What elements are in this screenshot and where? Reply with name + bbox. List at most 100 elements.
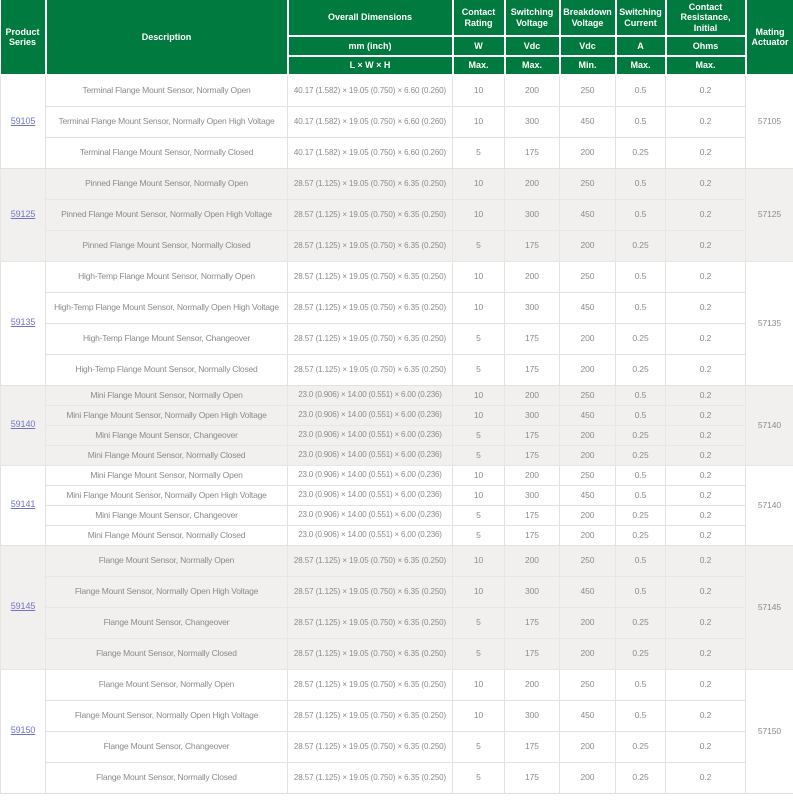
dims-cell: 28.57 (1.125) × 19.05 (0.750) × 6.35 (0.… [288, 230, 453, 261]
description-cell: Flange Mount Sensor, Changeover [46, 607, 288, 638]
switching-current-cell: 0.5 [616, 168, 666, 199]
contact-resistance-cell: 0.2 [666, 731, 746, 762]
product-series-cell: 59105 [1, 75, 46, 168]
contact-rating-cell: 5 [453, 445, 505, 465]
contact-resistance-cell: 0.2 [666, 485, 746, 505]
contact-rating-cell: 5 [453, 731, 505, 762]
contact-resistance-cell: 0.2 [666, 445, 746, 465]
table-row: Mini Flange Mount Sensor, Normally Open … [1, 485, 793, 505]
switching-current-cell: 0.5 [616, 465, 666, 485]
switching-voltage-cell: 175 [505, 505, 560, 525]
contact-rating-cell: 5 [453, 425, 505, 445]
unit-contact-rating: W [453, 36, 505, 56]
contact-rating-cell: 5 [453, 607, 505, 638]
breakdown-voltage-cell: 200 [560, 731, 616, 762]
contact-rating-cell: 10 [453, 405, 505, 425]
product-series-link[interactable]: 59141 [11, 499, 36, 509]
table-row: Pinned Flange Mount Sensor, Normally Ope… [1, 199, 793, 230]
contact-resistance-cell: 0.2 [666, 75, 746, 106]
switching-current-cell: 0.25 [616, 354, 666, 385]
col-header-description: Description [46, 0, 288, 75]
sub-overall-dimensions: L × W × H [288, 56, 453, 75]
switching-current-cell: 0.5 [616, 576, 666, 607]
breakdown-voltage-cell: 450 [560, 576, 616, 607]
product-series-link[interactable]: 59140 [11, 419, 36, 429]
contact-resistance-cell: 0.2 [666, 700, 746, 731]
dims-cell: 23.0 (0.906) × 14.00 (0.551) × 6.00 (0.2… [288, 505, 453, 525]
switching-current-cell: 0.25 [616, 323, 666, 354]
switching-voltage-cell: 175 [505, 607, 560, 638]
col-header-mating-actuator: Mating Actuator [746, 0, 793, 75]
dims-cell: 28.57 (1.125) × 19.05 (0.750) × 6.35 (0.… [288, 354, 453, 385]
table-row: 59150Flange Mount Sensor, Normally Open2… [1, 669, 793, 700]
dims-cell: 28.57 (1.125) × 19.05 (0.750) × 6.35 (0.… [288, 762, 453, 793]
description-cell: Mini Flange Mount Sensor, Normally Close… [46, 445, 288, 465]
product-series-link[interactable]: 59135 [11, 317, 36, 327]
table-row: Mini Flange Mount Sensor, Normally Close… [1, 525, 793, 545]
contact-rating-cell: 10 [453, 106, 505, 137]
switching-voltage-cell: 175 [505, 731, 560, 762]
switching-voltage-cell: 300 [505, 700, 560, 731]
dims-cell: 28.57 (1.125) × 19.05 (0.750) × 6.35 (0.… [288, 292, 453, 323]
contact-rating-cell: 5 [453, 762, 505, 793]
description-cell: Mini Flange Mount Sensor, Changeover [46, 505, 288, 525]
switching-current-cell: 0.5 [616, 385, 666, 405]
table-row: Mini Flange Mount Sensor, Changeover23.0… [1, 425, 793, 445]
contact-resistance-cell: 0.2 [666, 465, 746, 485]
switching-current-cell: 0.25 [616, 445, 666, 465]
contact-resistance-cell: 0.2 [666, 354, 746, 385]
product-series-link[interactable]: 59145 [11, 601, 36, 611]
product-series-cell: 59141 [1, 465, 46, 545]
table-row: 59105Terminal Flange Mount Sensor, Norma… [1, 75, 793, 106]
contact-rating-cell: 10 [453, 261, 505, 292]
breakdown-voltage-cell: 200 [560, 323, 616, 354]
switching-voltage-cell: 300 [505, 106, 560, 137]
switching-current-cell: 0.25 [616, 425, 666, 445]
mating-actuator-cell: 57125 [746, 168, 793, 261]
breakdown-voltage-cell: 250 [560, 168, 616, 199]
product-series-link[interactable]: 59125 [11, 209, 36, 219]
limit-switching-voltage: Max. [505, 56, 560, 75]
description-cell: Flange Mount Sensor, Normally Open High … [46, 576, 288, 607]
switching-voltage-cell: 200 [505, 261, 560, 292]
mating-actuator-cell: 57145 [746, 545, 793, 669]
contact-resistance-cell: 0.2 [666, 525, 746, 545]
contact-rating-cell: 5 [453, 354, 505, 385]
breakdown-voltage-cell: 450 [560, 485, 616, 505]
description-cell: Mini Flange Mount Sensor, Normally Close… [46, 525, 288, 545]
table-row: 59135High-Temp Flange Mount Sensor, Norm… [1, 261, 793, 292]
col-header-breakdown-voltage: Breakdown Voltage [560, 0, 616, 36]
col-header-contact-rating: Contact Rating [453, 0, 505, 36]
switching-current-cell: 0.5 [616, 261, 666, 292]
dims-cell: 40.17 (1.582) × 19.05 (0.750) × 6.60 (0.… [288, 106, 453, 137]
dims-cell: 23.0 (0.906) × 14.00 (0.551) × 6.00 (0.2… [288, 445, 453, 465]
switching-voltage-cell: 200 [505, 465, 560, 485]
contact-rating-cell: 10 [453, 545, 505, 576]
dims-cell: 28.57 (1.125) × 19.05 (0.750) × 6.35 (0.… [288, 323, 453, 354]
switching-current-cell: 0.5 [616, 485, 666, 505]
breakdown-voltage-cell: 200 [560, 354, 616, 385]
switching-voltage-cell: 175 [505, 525, 560, 545]
description-cell: Flange Mount Sensor, Changeover [46, 731, 288, 762]
dims-cell: 23.0 (0.906) × 14.00 (0.551) × 6.00 (0.2… [288, 385, 453, 405]
contact-resistance-cell: 0.2 [666, 385, 746, 405]
mating-actuator-cell: 57150 [746, 669, 793, 793]
product-series-link[interactable]: 59105 [11, 116, 36, 126]
col-header-product-series: Product Series [1, 0, 46, 75]
description-cell: Mini Flange Mount Sensor, Normally Open … [46, 405, 288, 425]
contact-rating-cell: 5 [453, 525, 505, 545]
switching-current-cell: 0.5 [616, 106, 666, 137]
description-cell: Terminal Flange Mount Sensor, Normally O… [46, 106, 288, 137]
contact-resistance-cell: 0.2 [666, 762, 746, 793]
contact-rating-cell: 10 [453, 669, 505, 700]
contact-rating-cell: 10 [453, 485, 505, 505]
switching-current-cell: 0.5 [616, 292, 666, 323]
description-cell: Pinned Flange Mount Sensor, Normally Ope… [46, 168, 288, 199]
switching-voltage-cell: 200 [505, 545, 560, 576]
breakdown-voltage-cell: 200 [560, 425, 616, 445]
product-series-link[interactable]: 59150 [11, 725, 36, 735]
breakdown-voltage-cell: 200 [560, 762, 616, 793]
switching-voltage-cell: 300 [505, 292, 560, 323]
contact-rating-cell: 10 [453, 75, 505, 106]
mating-actuator-cell: 57140 [746, 465, 793, 545]
